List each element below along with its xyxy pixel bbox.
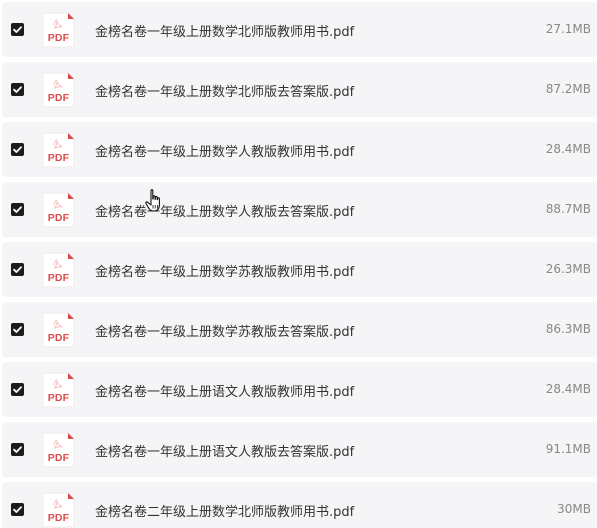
pdf-icon-label: PDF (47, 392, 70, 404)
checkmark-icon (13, 326, 22, 333)
pdf-icon-label: PDF (47, 332, 70, 344)
file-size: 91.1MB (545, 442, 591, 456)
checkmark-icon (13, 206, 22, 213)
file-row[interactable]: PDF 金榜名卷一年级上册数学人教版去答案版.pdf 88.7MB (2, 182, 597, 237)
file-checkbox[interactable] (11, 443, 24, 456)
file-row[interactable]: PDF 金榜名卷一年级上册数学北师版教师用书.pdf 27.1MB (2, 2, 597, 57)
file-name[interactable]: 金榜名卷一年级上册数学苏教版教师用书.pdf (95, 261, 354, 280)
pdf-icon-label: PDF (47, 212, 70, 224)
file-row[interactable]: PDF 金榜名卷一年级上册语文人教版去答案版.pdf 91.1MB (2, 422, 597, 477)
file-checkbox[interactable] (11, 203, 24, 216)
pdf-icon: PDF (42, 192, 75, 228)
pdf-icon: PDF (42, 12, 75, 48)
file-row[interactable]: PDF 金榜名卷一年级上册数学苏教版教师用书.pdf 26.3MB (2, 242, 597, 297)
checkmark-icon (13, 26, 22, 33)
checkmark-icon (13, 386, 22, 393)
file-size: 27.1MB (545, 22, 591, 36)
file-checkbox[interactable] (11, 503, 24, 516)
pdf-icon: PDF (42, 72, 75, 108)
file-row[interactable]: PDF 金榜名卷一年级上册数学苏教版去答案版.pdf 86.3MB (2, 302, 597, 357)
pdf-icon-label: PDF (47, 452, 70, 464)
pdf-icon: PDF (42, 252, 75, 288)
file-size: 87.2MB (545, 82, 591, 96)
file-row[interactable]: PDF 金榜名卷二年级上册数学北师版教师用书.pdf 30MB (2, 482, 597, 528)
file-size: 28.4MB (545, 382, 591, 396)
file-checkbox[interactable] (11, 23, 24, 36)
file-name[interactable]: 金榜名卷一年级上册数学北师版教师用书.pdf (95, 21, 354, 40)
file-checkbox[interactable] (11, 383, 24, 396)
file-size: 30MB (557, 502, 591, 516)
file-name[interactable]: 金榜名卷一年级上册数学北师版去答案版.pdf (95, 81, 354, 100)
file-checkbox[interactable] (11, 323, 24, 336)
file-size: 28.4MB (545, 142, 591, 156)
checkmark-icon (13, 86, 22, 93)
pdf-icon: PDF (42, 132, 75, 168)
file-row[interactable]: PDF 金榜名卷一年级上册语文人教版教师用书.pdf 28.4MB (2, 362, 597, 417)
checkmark-icon (13, 266, 22, 273)
pdf-icon: PDF (42, 432, 75, 468)
checkmark-icon (13, 446, 22, 453)
file-name[interactable]: 金榜名卷一年级上册数学苏教版去答案版.pdf (95, 321, 354, 340)
pdf-icon-label: PDF (47, 92, 70, 104)
file-name[interactable]: 金榜名卷一年级上册语文人教版教师用书.pdf (95, 381, 354, 400)
checkmark-icon (13, 506, 22, 513)
file-row[interactable]: PDF 金榜名卷一年级上册数学北师版去答案版.pdf 87.2MB (2, 62, 597, 117)
file-name[interactable]: 金榜名卷二年级上册数学北师版教师用书.pdf (95, 501, 354, 520)
pdf-icon: PDF (42, 372, 75, 408)
file-checkbox[interactable] (11, 263, 24, 276)
file-size: 88.7MB (545, 202, 591, 216)
pdf-icon: PDF (42, 312, 75, 348)
file-name[interactable]: 金榜名卷一年级上册数学人教版教师用书.pdf (95, 141, 354, 160)
file-checkbox[interactable] (11, 83, 24, 96)
file-row[interactable]: PDF 金榜名卷一年级上册数学人教版教师用书.pdf 28.4MB (2, 122, 597, 177)
pdf-icon-label: PDF (47, 152, 70, 164)
file-size: 86.3MB (545, 322, 591, 336)
file-name[interactable]: 金榜名卷一年级上册语文人教版去答案版.pdf (95, 441, 354, 460)
pdf-icon-label: PDF (47, 32, 70, 44)
pdf-icon-label: PDF (47, 512, 70, 524)
checkmark-icon (13, 146, 22, 153)
file-list: PDF 金榜名卷一年级上册数学北师版教师用书.pdf 27.1MB PDF 金榜… (0, 0, 597, 528)
file-checkbox[interactable] (11, 143, 24, 156)
pdf-icon: PDF (42, 492, 75, 528)
pdf-icon-label: PDF (47, 272, 70, 284)
file-name[interactable]: 金榜名卷一年级上册数学人教版去答案版.pdf (95, 201, 354, 220)
file-size: 26.3MB (545, 262, 591, 276)
